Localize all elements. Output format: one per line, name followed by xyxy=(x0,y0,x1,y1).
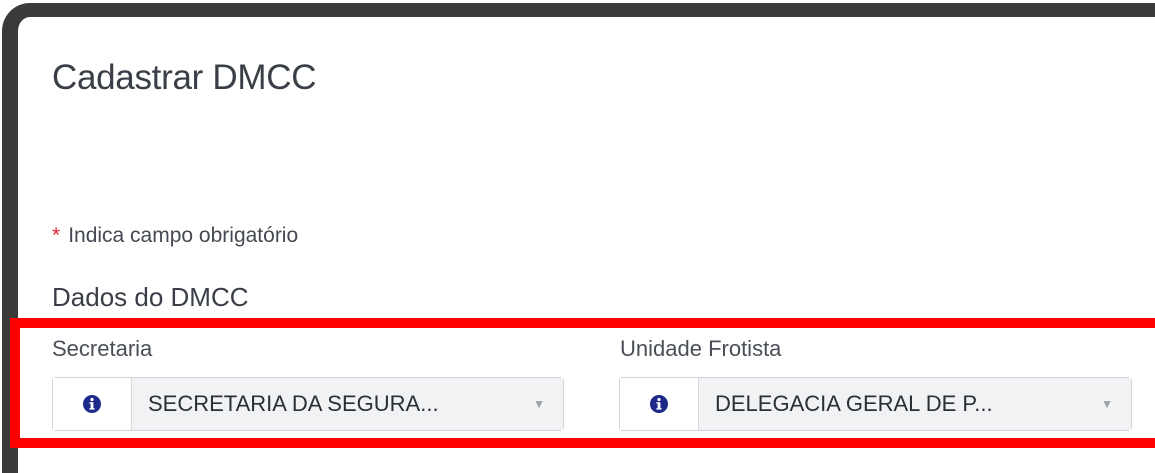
page-title: Cadastrar DMCC xyxy=(52,58,317,97)
section-title: Dados do DMCC xyxy=(52,282,249,312)
required-asterisk: * xyxy=(52,224,61,247)
unidade-frotista-label: Unidade Frotista xyxy=(620,336,782,361)
secretaria-select-group[interactable]: SECRETARIA DA SEGURA... ▼ xyxy=(52,377,564,431)
chevron-down-icon: ▼ xyxy=(533,397,545,411)
secretaria-label: Secretaria xyxy=(52,336,153,361)
unidade-frotista-select[interactable]: DELEGACIA GERAL DE P... ▼ xyxy=(699,378,1131,430)
screenshot-frame: Cadastrar DMCC * Indica campo obrigatório… xyxy=(0,0,1155,473)
unidade-frotista-select-group[interactable]: DELEGACIA GERAL DE P... ▼ xyxy=(619,377,1132,431)
secretaria-select-value: SECRETARIA DA SEGURA... xyxy=(148,391,439,416)
unidade-frotista-select-value: DELEGACIA GERAL DE P... xyxy=(715,391,993,416)
required-field-note: * Indica campo obrigatório xyxy=(52,224,298,248)
secretaria-select[interactable]: SECRETARIA DA SEGURA... ▼ xyxy=(132,378,563,430)
unidade-frotista-info-addon[interactable] xyxy=(620,378,699,430)
required-note-text: Indica campo obrigatório xyxy=(68,224,299,247)
info-circle-icon xyxy=(650,395,668,413)
secretaria-info-addon[interactable] xyxy=(53,378,132,430)
chevron-down-icon: ▼ xyxy=(1101,397,1113,411)
info-circle-icon xyxy=(83,395,101,413)
